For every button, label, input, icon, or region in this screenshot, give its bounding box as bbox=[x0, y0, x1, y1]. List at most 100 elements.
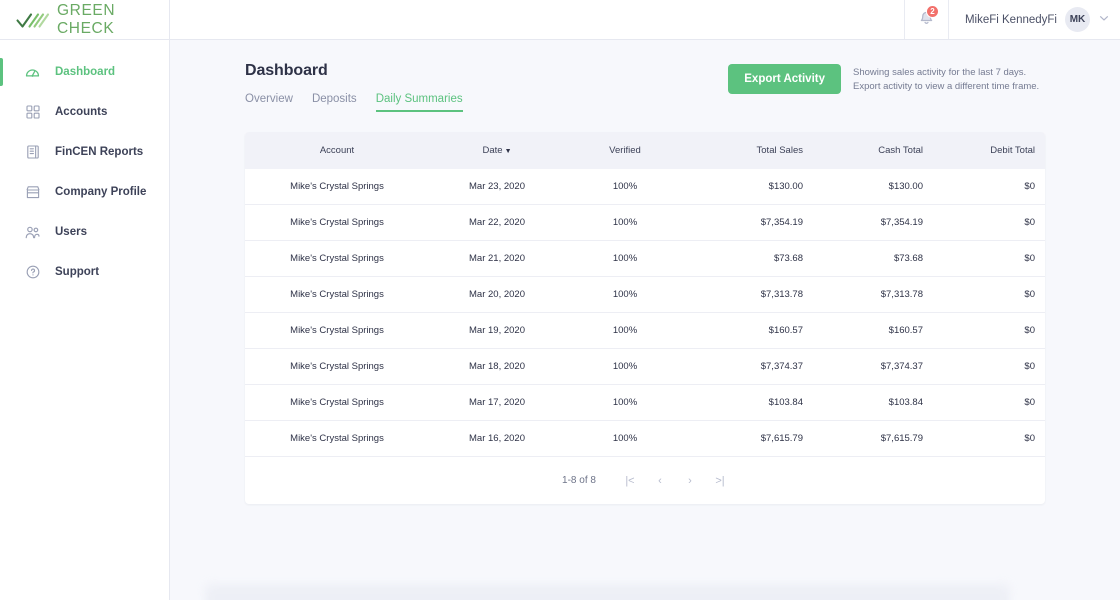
cell-verified: 100% bbox=[565, 420, 685, 457]
storefront-icon bbox=[24, 184, 41, 201]
cell-account: Mike's Crystal Springs bbox=[245, 312, 429, 349]
brand-name: GREEN CHECK bbox=[57, 1, 116, 37]
cell-account: Mike's Crystal Springs bbox=[245, 204, 429, 241]
sort-desc-icon: ▼ bbox=[504, 148, 512, 155]
people-icon bbox=[24, 224, 41, 241]
column-header-account[interactable]: Account bbox=[245, 132, 429, 169]
last-page-button[interactable]: >| bbox=[712, 475, 728, 487]
check-stripes-logo-icon bbox=[16, 11, 50, 29]
table-row[interactable]: Mike's Crystal Springs Mar 18, 2020 100%… bbox=[245, 348, 1045, 385]
table-row[interactable]: Mike's Crystal Springs Mar 17, 2020 100%… bbox=[245, 384, 1045, 421]
cell-date: Mar 21, 2020 bbox=[429, 240, 565, 277]
column-header-cash-total[interactable]: Cash Total bbox=[813, 132, 933, 169]
page-content: Dashboard Overview Deposits Daily Summar… bbox=[170, 40, 1120, 600]
cell-total-sales: $7,354.19 bbox=[685, 204, 813, 241]
column-header-date[interactable]: Date ▼ bbox=[429, 132, 565, 169]
cell-account: Mike's Crystal Springs bbox=[245, 169, 429, 205]
daily-summaries-table: Account Date ▼ Verified Total Sales Cash … bbox=[245, 132, 1045, 457]
table-row[interactable]: Mike's Crystal Springs Mar 21, 2020 100%… bbox=[245, 240, 1045, 277]
sidebar-item-label: FinCEN Reports bbox=[55, 146, 144, 158]
cell-total-sales: $73.68 bbox=[685, 240, 813, 277]
tab-bar: Overview Deposits Daily Summaries bbox=[245, 93, 728, 112]
cell-debit-total: $0 bbox=[933, 204, 1045, 241]
gauge-icon bbox=[24, 64, 41, 81]
pagination-range: 1-8 of 8 bbox=[562, 475, 596, 486]
column-header-date-label: Date bbox=[482, 145, 503, 156]
page-header: Dashboard Overview Deposits Daily Summar… bbox=[245, 62, 1045, 112]
avatar: MK bbox=[1065, 7, 1090, 32]
cell-account: Mike's Crystal Springs bbox=[245, 420, 429, 457]
cell-cash-total: $7,615.79 bbox=[813, 420, 933, 457]
table-row[interactable]: Mike's Crystal Springs Mar 20, 2020 100%… bbox=[245, 276, 1045, 313]
cell-total-sales: $7,313.78 bbox=[685, 276, 813, 313]
sidebar-item-dashboard[interactable]: Dashboard bbox=[0, 52, 169, 92]
cell-date: Mar 19, 2020 bbox=[429, 312, 565, 349]
cell-date: Mar 20, 2020 bbox=[429, 276, 565, 313]
cell-account: Mike's Crystal Springs bbox=[245, 240, 429, 277]
table-head: Account Date ▼ Verified Total Sales Cash … bbox=[245, 132, 1045, 169]
table-row[interactable]: Mike's Crystal Springs Mar 23, 2020 100%… bbox=[245, 169, 1045, 205]
cell-debit-total: $0 bbox=[933, 420, 1045, 457]
top-bar: 2 MikeFi KennedyFi MK bbox=[170, 0, 1120, 40]
tab-deposits[interactable]: Deposits bbox=[312, 93, 357, 112]
table-row[interactable]: Mike's Crystal Springs Mar 22, 2020 100%… bbox=[245, 204, 1045, 241]
sidebar-item-fincen-reports[interactable]: FinCEN Reports bbox=[0, 132, 169, 172]
user-menu[interactable]: MikeFi KennedyFi MK bbox=[947, 0, 1120, 39]
table-body: Mike's Crystal Springs Mar 23, 2020 100%… bbox=[245, 169, 1045, 457]
cell-verified: 100% bbox=[565, 240, 685, 277]
page-header-left: Dashboard Overview Deposits Daily Summar… bbox=[245, 62, 728, 112]
column-header-debit-total[interactable]: Debit Total bbox=[933, 132, 1045, 169]
sidebar-item-company-profile[interactable]: Company Profile bbox=[0, 172, 169, 212]
cell-cash-total: $7,313.78 bbox=[813, 276, 933, 313]
cell-cash-total: $7,374.37 bbox=[813, 348, 933, 385]
cell-cash-total: $7,354.19 bbox=[813, 204, 933, 241]
cell-cash-total: $160.57 bbox=[813, 312, 933, 349]
cell-debit-total: $0 bbox=[933, 169, 1045, 205]
cell-cash-total: $103.84 bbox=[813, 384, 933, 421]
previous-page-button[interactable]: ‹ bbox=[652, 475, 668, 487]
export-activity-button[interactable]: Export Activity bbox=[728, 64, 841, 94]
document-icon bbox=[24, 144, 41, 161]
cell-date: Mar 23, 2020 bbox=[429, 169, 565, 205]
cell-cash-total: $73.68 bbox=[813, 240, 933, 277]
sidebar-nav: Dashboard Accounts FinCEN Reports Compan… bbox=[0, 40, 169, 292]
grid-squares-icon bbox=[24, 104, 41, 121]
cell-date: Mar 18, 2020 bbox=[429, 348, 565, 385]
cell-verified: 100% bbox=[565, 348, 685, 385]
tab-overview[interactable]: Overview bbox=[245, 93, 293, 112]
cell-total-sales: $160.57 bbox=[685, 312, 813, 349]
cell-verified: 100% bbox=[565, 169, 685, 205]
sidebar-item-label: Users bbox=[55, 226, 87, 238]
sidebar-item-support[interactable]: Support bbox=[0, 252, 169, 292]
daily-summaries-card: Account Date ▼ Verified Total Sales Cash … bbox=[245, 132, 1045, 504]
cell-verified: 100% bbox=[565, 312, 685, 349]
first-page-button[interactable]: |< bbox=[622, 475, 638, 487]
cell-debit-total: $0 bbox=[933, 384, 1045, 421]
tab-daily-summaries[interactable]: Daily Summaries bbox=[375, 93, 463, 112]
page-header-right: Export Activity Showing sales activity f… bbox=[728, 62, 1045, 94]
notification-badge: 2 bbox=[925, 5, 939, 18]
brand-logo[interactable]: GREEN CHECK bbox=[0, 0, 169, 40]
column-header-verified[interactable]: Verified bbox=[565, 132, 685, 169]
notifications-button[interactable]: 2 bbox=[903, 0, 948, 39]
main-column: 2 MikeFi KennedyFi MK Dashboard Overview bbox=[170, 0, 1120, 600]
cell-date: Mar 16, 2020 bbox=[429, 420, 565, 457]
question-circle-icon bbox=[24, 264, 41, 281]
column-header-total-sales[interactable]: Total Sales bbox=[685, 132, 813, 169]
cell-account: Mike's Crystal Springs bbox=[245, 384, 429, 421]
cell-total-sales: $7,615.79 bbox=[685, 420, 813, 457]
sidebar-item-accounts[interactable]: Accounts bbox=[0, 92, 169, 132]
cell-total-sales: $7,374.37 bbox=[685, 348, 813, 385]
export-note: Showing sales activity for the last 7 da… bbox=[853, 67, 1040, 92]
cell-debit-total: $0 bbox=[933, 348, 1045, 385]
sidebar-item-users[interactable]: Users bbox=[0, 212, 169, 252]
table-row[interactable]: Mike's Crystal Springs Mar 16, 2020 100%… bbox=[245, 420, 1045, 457]
offscreen-card-peek bbox=[205, 584, 1010, 600]
next-page-button[interactable]: › bbox=[682, 475, 698, 487]
cell-debit-total: $0 bbox=[933, 276, 1045, 313]
chevron-down-icon bbox=[1098, 11, 1110, 29]
table-row[interactable]: Mike's Crystal Springs Mar 19, 2020 100%… bbox=[245, 312, 1045, 349]
active-indicator bbox=[0, 58, 3, 86]
cell-cash-total: $130.00 bbox=[813, 169, 933, 205]
cell-verified: 100% bbox=[565, 384, 685, 421]
